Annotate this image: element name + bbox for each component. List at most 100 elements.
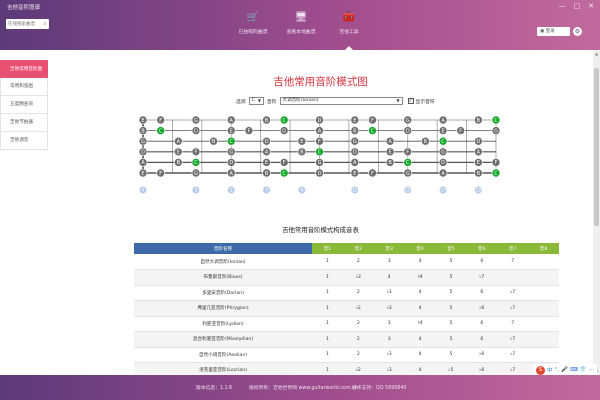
degree-cell: ♭3: [373, 300, 405, 317]
note-label: F: [195, 150, 198, 156]
header-degree: 音8: [528, 243, 559, 254]
note-label: F: [371, 118, 374, 124]
degree-cell: 1: [312, 269, 343, 286]
search-input[interactable]: [6, 20, 41, 28]
search-icon[interactable]: ⌕: [41, 21, 49, 27]
note-label: A: [477, 150, 481, 156]
table-row: 自然大调音阶(Ionian) 1 2 3 4 5 6 7: [134, 254, 559, 270]
note-label: C: [441, 139, 445, 145]
fret-marker-label: 3: [195, 188, 198, 193]
note-label: F: [247, 128, 250, 134]
nav-item-saved-scores[interactable]: 🛒 已拍照的曲谱: [229, 12, 277, 50]
note-label: E: [300, 139, 303, 145]
degree-cell: 5: [435, 269, 467, 286]
table-header-row: 音阶名称 音1 音2 音3 音4 音5 音6 音7 音8: [134, 243, 559, 254]
table-row: 弗里几亚音阶(Phrygian) 1 ♭2 ♭3 4 5 ♭6 ♭7: [134, 300, 559, 317]
degree-cell: 1: [312, 362, 343, 375]
scrollbar-thumb[interactable]: [594, 68, 599, 226]
show-notes-checkbox[interactable]: ✓: [407, 98, 414, 104]
degree-cell: ♭6: [466, 347, 498, 363]
show-notes-label: 显示音符: [415, 99, 435, 105]
note-label: F: [459, 128, 462, 134]
scale-name-cell: 自然小调音阶(Aeolian): [134, 347, 312, 363]
degree-cell: 2: [342, 331, 374, 348]
degree-cell: ♯4: [404, 269, 436, 286]
sogou-logo-icon[interactable]: S: [536, 365, 545, 375]
version-info: 版本信息：1.1.6: [196, 386, 233, 391]
copyright-link[interactable]: 版权所有：吉他世界网 www.guitarworld.com.cn: [249, 384, 358, 391]
sidebar-item-tuner[interactable]: 吉他调音: [0, 132, 48, 150]
note-label: B: [388, 160, 392, 166]
note-label: A: [318, 128, 322, 134]
nav-item-local-scores[interactable]: 🖥 查看本地曲谱: [277, 12, 325, 50]
key-select[interactable]: C ▼: [248, 97, 264, 105]
scale-name-cell: 洛克里亚音阶(Locrian): [134, 362, 312, 375]
search-box[interactable]: ⌕: [6, 19, 49, 29]
note-label: D: [406, 128, 410, 134]
degree-cell: 4: [404, 285, 436, 301]
note-label: D: [265, 139, 269, 145]
note-label: D: [318, 118, 322, 124]
login-label: 登录: [545, 29, 555, 34]
sidebar-item-scale-chart[interactable]: 吉他常用音阶图: [0, 60, 48, 78]
degree-cell: 5: [435, 331, 467, 348]
note-label: G: [194, 171, 198, 177]
note-label: B: [477, 118, 481, 124]
degree-cell: 3: [373, 254, 405, 270]
scale-select[interactable]: 大调音阶(Ionian) ▼: [279, 97, 403, 105]
note-label: E: [141, 118, 144, 124]
user-icon: ▣: [540, 29, 545, 34]
note-label: G: [441, 150, 445, 156]
support-info: 技术支持：QQ 5695840: [352, 386, 407, 391]
gear-icon: ⚙: [574, 28, 581, 35]
note-label: G: [353, 139, 357, 145]
degree-cell: [528, 300, 559, 317]
note-label: B: [265, 118, 269, 124]
settings-button[interactable]: ⚙: [573, 27, 582, 36]
degree-cell: 4: [404, 300, 436, 317]
degree-cell: [528, 269, 559, 286]
degree-cell: [528, 316, 559, 332]
close-icon[interactable]: ✕: [588, 2, 594, 10]
sidebar-item-circle-of-fifths[interactable]: 五度圈查询: [0, 96, 48, 114]
note-label: B: [353, 128, 357, 134]
login-button[interactable]: ▣ 登录: [537, 27, 570, 36]
nav-item-guitar-tools[interactable]: 🧰 吉他工具: [325, 12, 373, 50]
degree-cell: ♭2: [342, 300, 374, 317]
table-row: 混合利底亚音阶(Mixolydian) 1 2 3 4 5 6 ♭7: [134, 331, 559, 348]
note-label: A: [177, 139, 181, 145]
scroll-up-icon[interactable]: ▲: [593, 50, 600, 57]
degree-cell: ♭3: [373, 347, 405, 363]
sidebar-item-metronome[interactable]: 吉他节拍器: [0, 114, 48, 132]
skin-icon[interactable]: 👕: [580, 367, 587, 373]
scale-name-cell: 弗里几亚音阶(Phrygian): [134, 300, 312, 317]
degree-cell: ♭7: [466, 269, 498, 286]
key-label: 选调: [236, 99, 246, 105]
note-label: E: [477, 160, 480, 166]
more-icon[interactable]: ⋯: [589, 367, 595, 373]
sidebar-item-chords[interactable]: 常用和弦图: [0, 78, 48, 96]
degree-cell: 6: [466, 331, 498, 348]
degree-cell: 5: [435, 300, 467, 317]
minimize-icon[interactable]: —: [559, 2, 566, 10]
fret-marker-label: 5: [230, 188, 233, 193]
degree-cell: 4: [373, 269, 405, 286]
window-controls: — □ ✕: [559, 2, 595, 10]
note-label: A: [265, 150, 269, 156]
degree-cell: 3: [373, 316, 405, 332]
degree-cell: ♭2: [342, 362, 374, 375]
degree-cell: 1: [312, 316, 343, 332]
note-label: E: [177, 150, 180, 156]
scale-name-cell: 多里安音阶(Dorian): [134, 285, 312, 301]
nav-item-label: 已拍照的曲谱: [238, 30, 268, 35]
degree-cell: 4: [404, 254, 436, 270]
tray-item[interactable]: °,: [555, 367, 560, 373]
maximize-icon[interactable]: □: [574, 2, 581, 10]
degree-cell: ♭3: [342, 269, 374, 286]
mic-icon[interactable]: 🎤: [561, 367, 568, 373]
degree-cell: 5: [435, 254, 467, 270]
tray-item[interactable]: 中: [547, 366, 553, 374]
keyboard-icon[interactable]: ⌨: [570, 367, 578, 373]
vertical-scrollbar[interactable]: ▲ ▼: [593, 50, 600, 375]
note-label: G: [229, 150, 233, 156]
